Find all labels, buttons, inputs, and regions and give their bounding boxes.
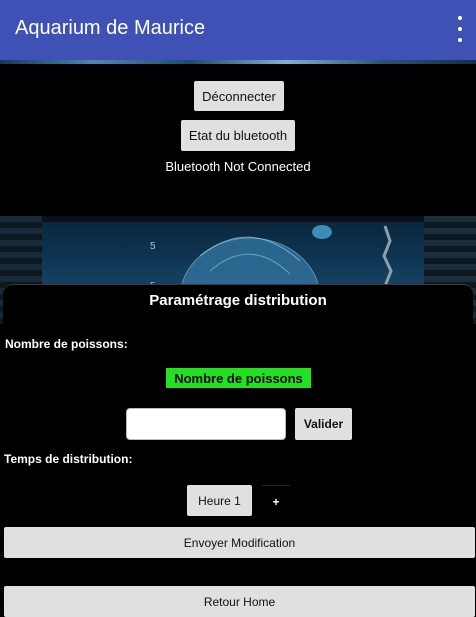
return-home-button[interactable]: Retour Home xyxy=(4,586,475,617)
add-hour-tab[interactable]: + xyxy=(262,485,290,517)
settings-title: Paramétrage distribution xyxy=(149,292,327,309)
bluetooth-status-text: Bluetooth Not Connected xyxy=(165,159,311,174)
distribution-time-label: Temps de distribution: xyxy=(4,452,133,466)
overflow-menu-icon[interactable] xyxy=(454,16,466,42)
bluetooth-state-button[interactable]: Etat du bluetooth xyxy=(181,120,295,151)
disconnect-button[interactable]: Déconnecter xyxy=(194,81,284,111)
validate-button[interactable]: Valider xyxy=(295,408,352,440)
svg-text:5: 5 xyxy=(150,241,156,252)
fish-count-input[interactable] xyxy=(126,408,286,440)
fish-count-label: Nombre de poissons: xyxy=(5,337,128,351)
header-image-strip xyxy=(0,60,476,64)
send-modification-button[interactable]: Envoyer Modification xyxy=(4,527,475,558)
fish-count-badge: Nombre de poissons xyxy=(166,368,311,388)
app-bar: Aquarium de Maurice xyxy=(0,0,476,60)
tab-hour-1[interactable]: Heure 1 xyxy=(187,485,252,516)
app-title: Aquarium de Maurice xyxy=(15,17,206,39)
